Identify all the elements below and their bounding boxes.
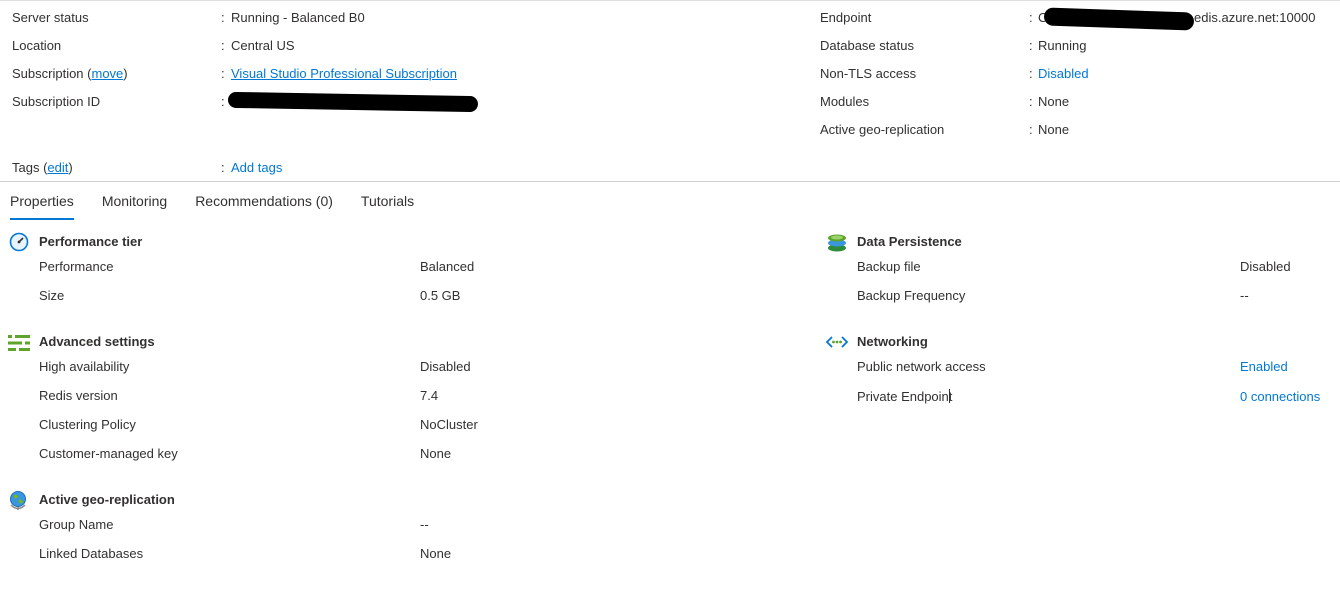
group-name-value: --	[420, 517, 429, 532]
subscription-label-suffix: )	[123, 66, 128, 81]
subscription-label-text: Subscription (	[12, 66, 92, 81]
non-tls-link[interactable]: Disabled	[1038, 60, 1089, 88]
backup-file-label: Backup file	[857, 259, 921, 274]
server-status-label: Server status	[12, 10, 89, 25]
colon: :	[1029, 66, 1033, 81]
move-link[interactable]: move	[91, 66, 123, 81]
tags-label-text: Tags (	[12, 160, 48, 175]
customer-managed-key-value: None	[420, 446, 452, 461]
tab-tutorials[interactable]: Tutorials	[361, 186, 414, 218]
subscription-label: Subscription (move)	[12, 60, 128, 88]
subscription-link[interactable]: Visual Studio Professional Subscription	[231, 60, 457, 88]
endpoint-label: Endpoint	[820, 10, 872, 25]
colon: :	[221, 160, 225, 175]
high-availability-label: High availability	[39, 359, 130, 374]
backup-frequency-value: --	[1240, 288, 1249, 303]
performance-title: Performance tier	[39, 234, 143, 249]
gauge-icon	[9, 232, 29, 252]
performance-row: Performance	[39, 256, 113, 278]
colon: :	[221, 38, 225, 53]
database-status-value: Running	[1038, 38, 1087, 53]
advanced-settings-title: Advanced settings	[39, 334, 155, 349]
settings-bars-icon	[8, 334, 30, 352]
high-availability-value: Disabled	[420, 359, 471, 374]
backup-file-value: Disabled	[1240, 259, 1291, 274]
clustering-policy-label: Clustering Policy	[39, 417, 136, 432]
non-tls-label: Non-TLS access	[820, 66, 917, 81]
public-network-access-label: Public network access	[857, 359, 986, 374]
modules-label: Modules	[820, 94, 870, 109]
data-persistence-title: Data Persistence	[857, 234, 962, 249]
endpoint-value-end: edis.azure.net:10000	[1194, 10, 1316, 25]
linked-databases-label: Linked Databases	[39, 546, 144, 561]
geo-replication-value: None	[1038, 122, 1070, 137]
tags-label: Tags (edit)	[12, 154, 73, 182]
tab-bar: Properties Monitoring Recommendations (0…	[10, 186, 442, 220]
add-tags-link[interactable]: Add tags	[231, 154, 282, 182]
size-label: Size	[39, 288, 65, 303]
colon: :	[1029, 94, 1033, 109]
geo-replication-label: Active geo-replication	[820, 122, 945, 137]
database-stack-icon	[828, 234, 846, 252]
database-status-label: Database status	[820, 38, 914, 53]
network-arrows-icon	[826, 336, 848, 348]
performance-value: Balanced	[420, 259, 475, 274]
modules-value: None	[1038, 94, 1070, 109]
edit-tags-link[interactable]: edit	[47, 160, 68, 175]
public-network-access-link[interactable]: Enabled	[1240, 356, 1288, 378]
location-label: Location	[12, 38, 62, 53]
redaction-mark	[1043, 7, 1195, 31]
linked-databases-value: None	[420, 546, 452, 561]
customer-managed-key-label: Customer-managed key	[39, 446, 178, 461]
text-cursor	[949, 389, 951, 403]
essentials-divider	[0, 181, 1340, 182]
colon: :	[1029, 38, 1033, 53]
subscription-id-label: Subscription ID	[12, 94, 101, 109]
private-endpoint-link[interactable]: 0 connections	[1240, 386, 1320, 408]
tab-recommendations[interactable]: Recommendations (0)	[195, 186, 333, 218]
backup-frequency-label: Backup Frequency	[857, 288, 966, 303]
performance-label: Performance	[39, 259, 114, 274]
networking-title: Networking	[857, 334, 928, 349]
private-endpoint-row: Private Endpoint	[857, 386, 953, 408]
colon: :	[1029, 122, 1033, 137]
tab-monitoring[interactable]: Monitoring	[102, 186, 167, 218]
size-value: 0.5 GB	[420, 288, 461, 303]
globe-icon	[10, 491, 26, 510]
server-status-value: Running - Balanced B0	[231, 10, 365, 25]
redis-version-label: Redis version	[39, 388, 118, 403]
colon: :	[221, 66, 225, 81]
geo-replication-title: Active geo-replication	[39, 492, 175, 507]
tags-label-suffix: )	[68, 160, 73, 175]
colon: :	[1029, 10, 1033, 25]
clustering-policy-value: NoCluster	[420, 417, 478, 432]
group-name-label: Group Name	[39, 517, 114, 532]
top-border	[0, 0, 1340, 1]
location-value: Central US	[231, 38, 295, 53]
private-endpoint-label: Private Endpoint	[857, 389, 953, 404]
colon: :	[221, 94, 225, 109]
redis-version-value: 7.4	[420, 388, 439, 403]
tab-properties[interactable]: Properties	[10, 186, 74, 220]
colon: :	[221, 10, 225, 25]
